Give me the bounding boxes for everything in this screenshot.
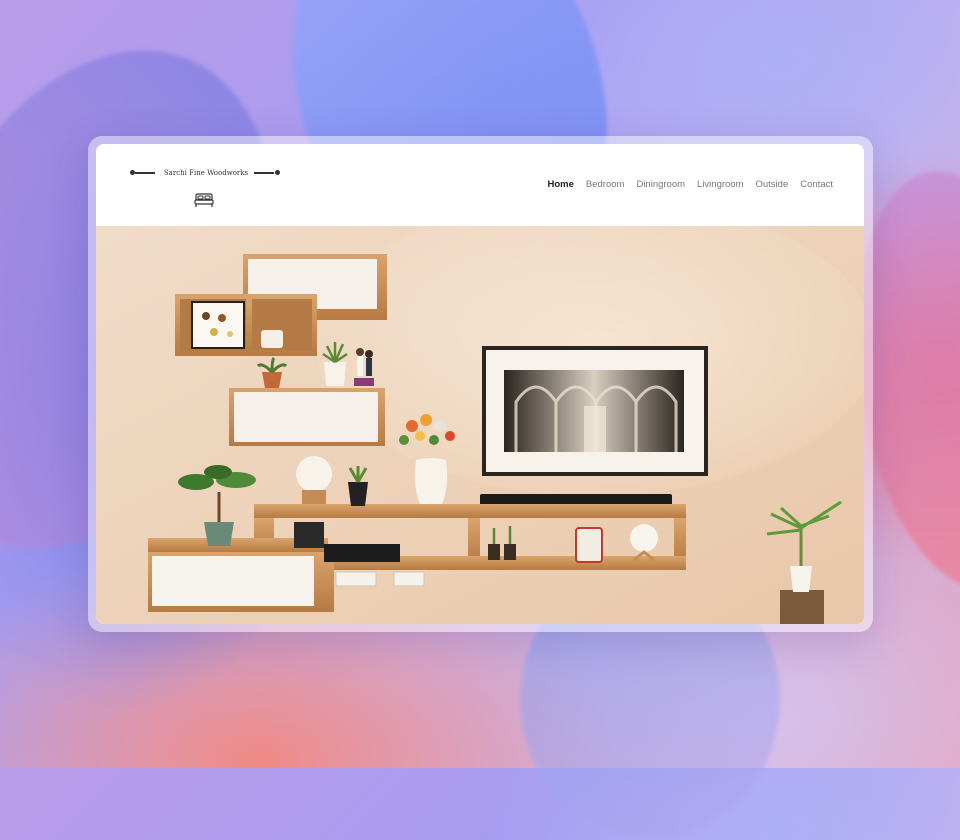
star-cup <box>575 527 603 563</box>
nav-outside[interactable]: Outside <box>756 179 789 190</box>
console-box <box>324 544 400 562</box>
middle-shelf-cube <box>229 388 385 446</box>
tv-artwork <box>482 346 708 476</box>
nav-bedroom[interactable]: Bedroom <box>586 179 625 190</box>
nav-diningroom[interactable]: Diningroom <box>636 179 685 190</box>
plant-pot-black <box>348 466 368 506</box>
main-nav: Home Bedroom Diningroom Livingroom Outsi… <box>547 179 833 190</box>
nav-home[interactable]: Home <box>547 179 573 190</box>
nav-contact[interactable]: Contact <box>800 179 833 190</box>
logo-rule <box>135 172 155 174</box>
site-header: Sarchi Fine Woodworks Home Bedroom Dinin… <box>96 144 864 226</box>
logo-rule <box>254 172 274 174</box>
bed-icon <box>194 193 214 207</box>
browser-window: Sarchi Fine Woodworks Home Bedroom Dinin… <box>96 144 864 624</box>
nav-livingroom[interactable]: Livingroom <box>697 179 743 190</box>
hero-photo <box>96 226 864 624</box>
hero-image <box>96 226 864 624</box>
logo-dot <box>275 170 280 175</box>
music-box <box>261 330 283 348</box>
clock-device <box>294 522 324 548</box>
site-logo[interactable]: Sarchi Fine Woodworks <box>130 168 280 212</box>
butterfly-frame <box>191 301 245 349</box>
brand-name: Sarchi Fine Woodworks <box>163 169 249 177</box>
